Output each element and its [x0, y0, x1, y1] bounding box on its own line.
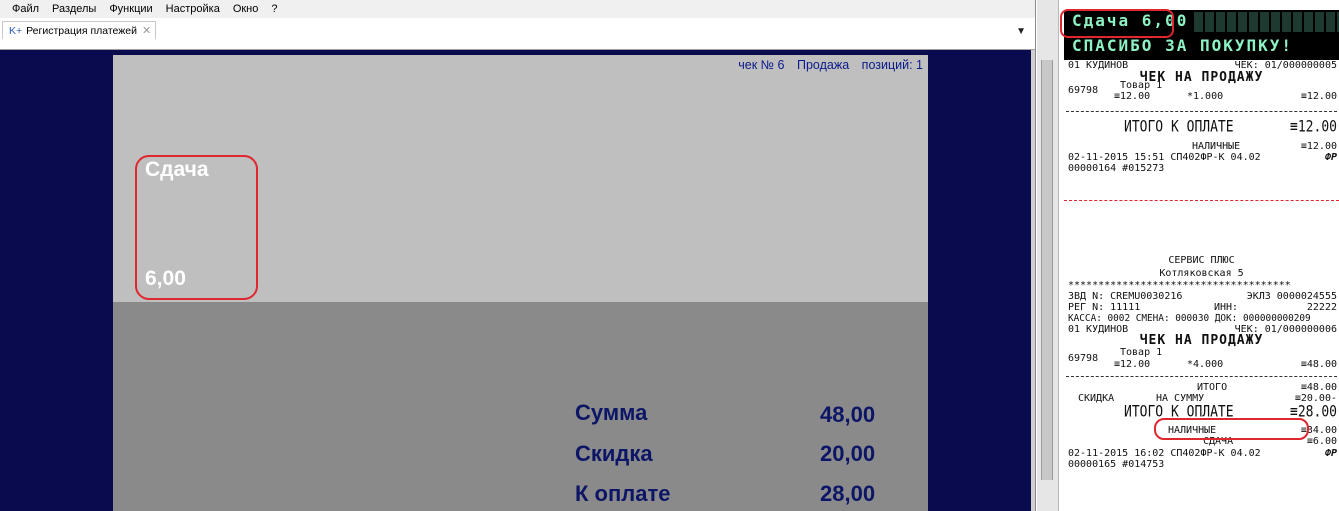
receipt2-item-price: ≡12.00	[1114, 359, 1151, 370]
receipt2-item-qty: *4.000	[1187, 359, 1224, 370]
receipt1-item-sum: ≡12.00	[1300, 91, 1337, 102]
display-line-2: СПАСИБО ЗА ПОКУПКУ!	[1072, 36, 1294, 55]
divider	[1066, 376, 1337, 377]
workspace: чек № 6 Продажа позиций: 1 Сдача 6,00 Су…	[0, 50, 1035, 511]
receipt1-total-label: ИТОГО К ОПЛАТЕ	[1124, 117, 1234, 137]
receipt2-item-code: 69798	[1068, 353, 1099, 364]
receipt1-item-qty: *1.000	[1187, 91, 1224, 102]
receipt2-subtotal-value: ≡48.00	[1300, 382, 1337, 393]
receipt1-payment-label: НАЛИЧНЫЕ	[1192, 141, 1241, 152]
receipt-cut-line	[1064, 200, 1339, 201]
receipt2-total-value: ≡28.00	[1290, 402, 1337, 422]
tab-bar: K+ Регистрация платежей ✕ ▼	[0, 18, 1035, 50]
discount-value: 20,00	[820, 441, 876, 466]
receipt2-subtotal-label: ИТОГО	[1197, 382, 1228, 393]
receipt-panel: Сдача 6,00 СПАСИБО ЗА ПОКУПКУ! 01 КУДИНО…	[1037, 0, 1339, 511]
receipt2-change-value: ≡6.00	[1306, 436, 1337, 447]
menu-settings[interactable]: Настройка	[166, 3, 220, 15]
receipt2-total-label: ИТОГО К ОПЛАТЕ	[1124, 402, 1234, 422]
check-panel: чек № 6 Продажа позиций: 1 Сдача 6,00 Су…	[113, 55, 928, 511]
receipt2-doc: 00000165 #014753	[1068, 459, 1165, 470]
to-pay-label: К оплате	[575, 481, 671, 506]
menu-bar: Файл Разделы Функции Настройка Окно ?	[0, 0, 1035, 18]
display-change-highlight	[1060, 9, 1174, 38]
kplus-icon: K+	[9, 24, 23, 37]
receipt1-item-code: 69798	[1068, 85, 1099, 96]
receipt1-cashier: 01 КУДИНОВ	[1068, 60, 1129, 71]
receipt2-item-sum: ≡48.00	[1300, 359, 1337, 370]
receipt1-item-price: ≡12.00	[1114, 91, 1151, 102]
scrollbar-thumb[interactable]	[1041, 60, 1053, 480]
chevron-down-icon[interactable]: ▼	[1016, 26, 1026, 37]
check-operation: Продажа	[797, 58, 850, 72]
menu-sections[interactable]: Разделы	[52, 3, 96, 15]
receipt2-org: СЕРВИС ПЛЮС	[1168, 255, 1235, 266]
scrollbar[interactable]	[1031, 50, 1035, 511]
receipt2-eklz: ЭКЛЗ 0000024555	[1246, 291, 1337, 302]
receipt1-title: ЧЕК НА ПРОДАЖУ	[1139, 70, 1264, 85]
display-dot-matrix	[1194, 12, 1339, 32]
to-pay-value: 28,00	[820, 481, 876, 506]
receipt1-datetime: 02-11-2015 15:51 СП402ФР-К 04.02	[1068, 152, 1261, 163]
receipt2-title: ЧЕК НА ПРОДАЖУ	[1139, 333, 1264, 348]
tab-payment-registration[interactable]: K+ Регистрация платежей ✕	[2, 21, 157, 39]
divider	[1066, 111, 1337, 112]
receipt2-item-name: Товар 1	[1120, 347, 1163, 358]
receipt2-zvd: ЗВД N: CREMU0030216	[1068, 291, 1183, 302]
receipt2-kassa: КАССА: 0002 СМЕНА: 000030 ДОК: 000000000…	[1068, 313, 1311, 324]
receipt2-discount-label: СКИДКА	[1078, 393, 1115, 404]
receipt1-total-value: ≡12.00	[1290, 117, 1337, 137]
check-positions: позиций: 1	[861, 58, 923, 72]
change-label: Сдача	[145, 158, 209, 181]
sum-label: Сумма	[575, 400, 648, 425]
scrollbar[interactable]	[1037, 0, 1059, 511]
receipt1-item-name: Товар 1	[1120, 80, 1163, 91]
receipt1-doc: 00000164 #015273	[1068, 163, 1165, 174]
receipt2-address: Котляковская 5	[1159, 268, 1244, 279]
receipt-change-highlight	[1154, 418, 1309, 440]
receipt1-payment-value: ≡12.00	[1300, 141, 1337, 152]
receipt2-stars: *************************************	[1068, 280, 1291, 291]
menu-file[interactable]: Файл	[12, 3, 39, 15]
fiscal-logo: ФР	[1324, 448, 1337, 459]
menu-window[interactable]: Окно	[233, 3, 259, 15]
check-number: чек № 6	[738, 58, 785, 72]
sum-value: 48,00	[820, 402, 876, 427]
close-icon[interactable]: ✕	[142, 24, 151, 37]
tab-label: Регистрация платежей	[26, 24, 138, 37]
menu-functions[interactable]: Функции	[109, 3, 152, 15]
check-header-area: чек № 6 Продажа позиций: 1 Сдача 6,00	[113, 55, 928, 302]
discount-label: Скидка	[575, 441, 653, 466]
receipt2-reg: РЕГ N: 11111	[1068, 302, 1141, 313]
receipt2-inn: 22222	[1306, 302, 1337, 313]
check-info: чек № 6 Продажа позиций: 1	[729, 58, 923, 72]
menu-help[interactable]: ?	[271, 3, 277, 15]
receipt2-inn-label: ИНН:	[1214, 302, 1239, 313]
fiscal-logo: ФР	[1324, 152, 1337, 163]
receipt2-datetime: 02-11-2015 16:02 СП402ФР-К 04.02	[1068, 448, 1261, 459]
cash-register-window: Файл Разделы Функции Настройка Окно ? K+…	[0, 0, 1036, 511]
receipt-tape: 01 КУДИНОВ ЧЕК: 01/000000005 ЧЕК НА ПРОД…	[1064, 60, 1339, 511]
change-value: 6,00	[145, 267, 186, 290]
